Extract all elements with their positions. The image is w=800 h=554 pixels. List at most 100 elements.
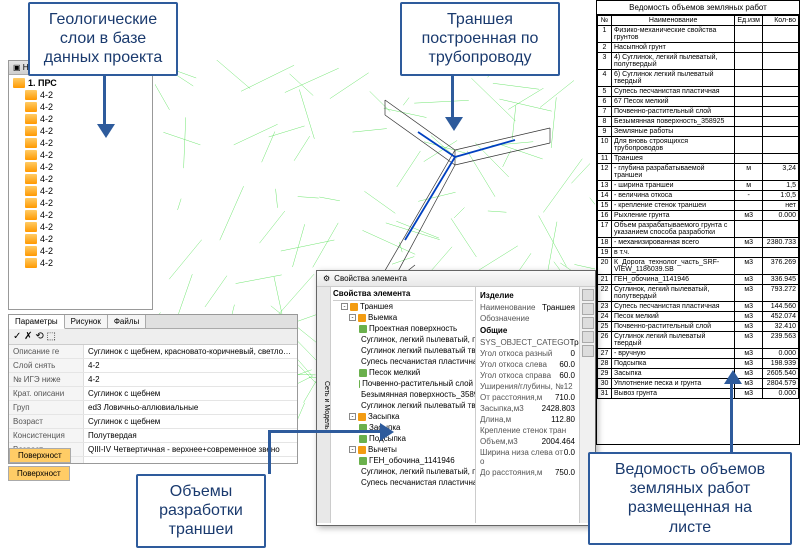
props-row[interactable]: КонсистенцияПолутвердая: [9, 429, 297, 443]
props-row[interactable]: Описание геСуглинок с щебнем, красновато…: [9, 345, 297, 359]
tree-root[interactable]: 1. ПРС: [11, 77, 150, 89]
tree-item[interactable]: 4-2: [11, 173, 150, 185]
properties-panel[interactable]: Параметры Рисунок Файлы ✓ ✗ ⟲ ⬚ Описание…: [8, 314, 298, 464]
folder-icon: [25, 114, 37, 124]
dialog-btn-3[interactable]: [582, 317, 594, 329]
detail-row: НаименованиеТраншея: [480, 302, 575, 313]
tree-item[interactable]: 4-2: [11, 185, 150, 197]
elem-tree-item[interactable]: -Засыпка: [333, 411, 473, 422]
tree-item[interactable]: 4-2: [11, 209, 150, 221]
detail-row: Ширина низа слева от о0.0: [480, 447, 575, 467]
detail-row: SYS_OBJECT_CATEGOТраншея: [480, 337, 575, 348]
vedomost-row: 25Почвенно-растительный слойм332.410: [598, 322, 799, 332]
tree-item[interactable]: 4-2: [11, 221, 150, 233]
tree-item[interactable]: 4-2: [11, 113, 150, 125]
folder-icon: [25, 174, 37, 184]
element-properties-dialog[interactable]: ⚙ Свойства элемента Сеть и Модель Свойст…: [316, 270, 596, 526]
vedomost-row: 667 Песок мелкий: [598, 97, 799, 107]
tree-item[interactable]: 4-2: [11, 257, 150, 269]
tree-item[interactable]: 4-2: [11, 245, 150, 257]
vedomost-row: 12- глубина разрабатываемой траншеим3,24: [598, 164, 799, 181]
detail-row: Крепление стенок тран: [480, 425, 575, 436]
tree-item[interactable]: 4-2: [11, 89, 150, 101]
dialog-btn-4[interactable]: [582, 331, 594, 343]
elem-tree-item[interactable]: Супесь песчанистая пластичная: [333, 477, 473, 488]
props-bottom-tab[interactable]: Поверхност: [9, 448, 71, 463]
props-row[interactable]: Крат. описаниСуглинок с щебнем: [9, 387, 297, 401]
detail-row: Объем,м32004.464: [480, 436, 575, 447]
callout-vedomost-sheet: Ведомость объемовземляных работразмещенн…: [588, 452, 792, 545]
props-row[interactable]: Слой снять4-2: [9, 359, 297, 373]
elem-tree-item[interactable]: Суглинок легкий пылеватый тверд: [333, 345, 473, 356]
expand-icon[interactable]: -: [349, 413, 356, 420]
gear-icon: ⚙: [323, 274, 330, 283]
vedomost-row: 16Рыхление грунтам30.000: [598, 211, 799, 221]
tree-item[interactable]: 4-2: [11, 197, 150, 209]
node-type-icon: [359, 457, 367, 465]
vedomost-row: 8Безымянная поверхность_358925: [598, 117, 799, 127]
callout-geo-layers: Геологическиеслои в базеданных проекта: [28, 2, 178, 76]
elem-tree-item[interactable]: -Вычеты: [333, 444, 473, 455]
elem-tree-item[interactable]: Супесь песчанистая пластичная: [333, 356, 473, 367]
elem-tree-item[interactable]: ГЕН_обочина_1141946: [333, 455, 473, 466]
details-section-general: Общие: [480, 324, 575, 337]
folder-icon: [25, 162, 37, 172]
props-tabs: Параметры Рисунок Файлы: [9, 315, 297, 329]
elem-tree-item[interactable]: -Траншея: [333, 301, 473, 312]
detail-row: До расстояния,м750.0: [480, 467, 575, 478]
expand-icon[interactable]: -: [349, 446, 356, 453]
folder-icon: [25, 246, 37, 256]
element-details: Изделие НаименованиеТраншеяОбозначение О…: [476, 287, 579, 523]
props-row[interactable]: № ИГЭ ниже4-2: [9, 373, 297, 387]
surfaces-tab[interactable]: Поверхност: [8, 466, 70, 481]
dialog-btn-5[interactable]: [582, 345, 594, 357]
dialog-btn-2[interactable]: [582, 303, 594, 315]
elem-tree-item[interactable]: Суглинок легкий пылеватый тверд: [333, 400, 473, 411]
vedomost-row: 9Земляные работы: [598, 127, 799, 137]
node-type-icon: [359, 325, 367, 333]
node-type-icon: [358, 413, 366, 421]
elem-tree-item[interactable]: Суглинок, легкий пылеватый, полу: [333, 334, 473, 345]
dialog-btn-1[interactable]: [582, 289, 594, 301]
node-type-icon: [359, 380, 360, 388]
props-tab-drawing[interactable]: Рисунок: [65, 315, 108, 328]
vedomost-row: 31Вывоз грунтам30.000: [598, 389, 799, 399]
props-tab-params[interactable]: Параметры: [9, 315, 65, 329]
tree-item[interactable]: 4-2: [11, 233, 150, 245]
vedomost-row: 23Супесь песчанистая пластичнаям3144.560: [598, 302, 799, 312]
vedomost-row: 34) Суглинок, легкий пылеватый, полутвер…: [598, 53, 799, 70]
details-section-product: Изделие: [480, 289, 575, 302]
tree-item[interactable]: 4-2: [11, 101, 150, 113]
dialog-side-tab[interactable]: Сеть и Модель: [317, 287, 331, 523]
elem-tree-item[interactable]: Подсыпка: [333, 433, 473, 444]
elem-tree-item[interactable]: Песок мелкий: [333, 367, 473, 378]
dialog-title: ⚙ Свойства элемента: [317, 271, 595, 287]
tree-item[interactable]: 4-2: [11, 149, 150, 161]
detail-row: Длина,м112.80: [480, 414, 575, 425]
element-tree[interactable]: Свойства элемента -Траншея-ВыемкаПроектн…: [331, 287, 476, 523]
elem-tree-item[interactable]: Проектная поверхность: [333, 323, 473, 334]
vedomost-row: 24Песок мелкийм3452.074: [598, 312, 799, 322]
tree-item[interactable]: 4-2: [11, 137, 150, 149]
props-row[interactable]: Групed3 Ловичньо-аллювиальные: [9, 401, 297, 415]
props-tab-files[interactable]: Файлы: [108, 315, 146, 328]
elem-tree-item[interactable]: Суглинок, легкий пылеватый, полу: [333, 466, 473, 477]
vedomost-row: 13- ширина траншеим1,5: [598, 181, 799, 191]
vedomost-row: 19в т.ч.: [598, 248, 799, 258]
detail-row: Угол откоса слева60.0: [480, 359, 575, 370]
tree-item[interactable]: 4-2: [11, 125, 150, 137]
vedomost-row: 21ГЕН_обочина_1141946м3336.945: [598, 275, 799, 285]
elem-tree-item[interactable]: Безымянная поверхность_358925: [333, 389, 473, 400]
tree-item[interactable]: 4-2: [11, 161, 150, 173]
vedomost-row: 28Подсыпкам3198.939: [598, 359, 799, 369]
elem-tree-item[interactable]: -Выемка: [333, 312, 473, 323]
elem-tree-item[interactable]: Почвенно-растительный слой: [333, 378, 473, 389]
detail-row: Угол откоса разный0: [480, 348, 575, 359]
project-tree-panel[interactable]: ▣ Нов 1. ПРС 4-24-24-24-24-24-24-24-24-2…: [8, 60, 153, 310]
expand-icon[interactable]: -: [341, 303, 348, 310]
node-type-icon: [358, 314, 366, 322]
expand-icon[interactable]: -: [349, 314, 356, 321]
props-grid: Описание геСуглинок с щебнем, красновато…: [9, 345, 297, 464]
vedomost-row: 14- величина откоса-1:0,5: [598, 191, 799, 201]
props-row[interactable]: ВозрастСуглинок с щебнем: [9, 415, 297, 429]
